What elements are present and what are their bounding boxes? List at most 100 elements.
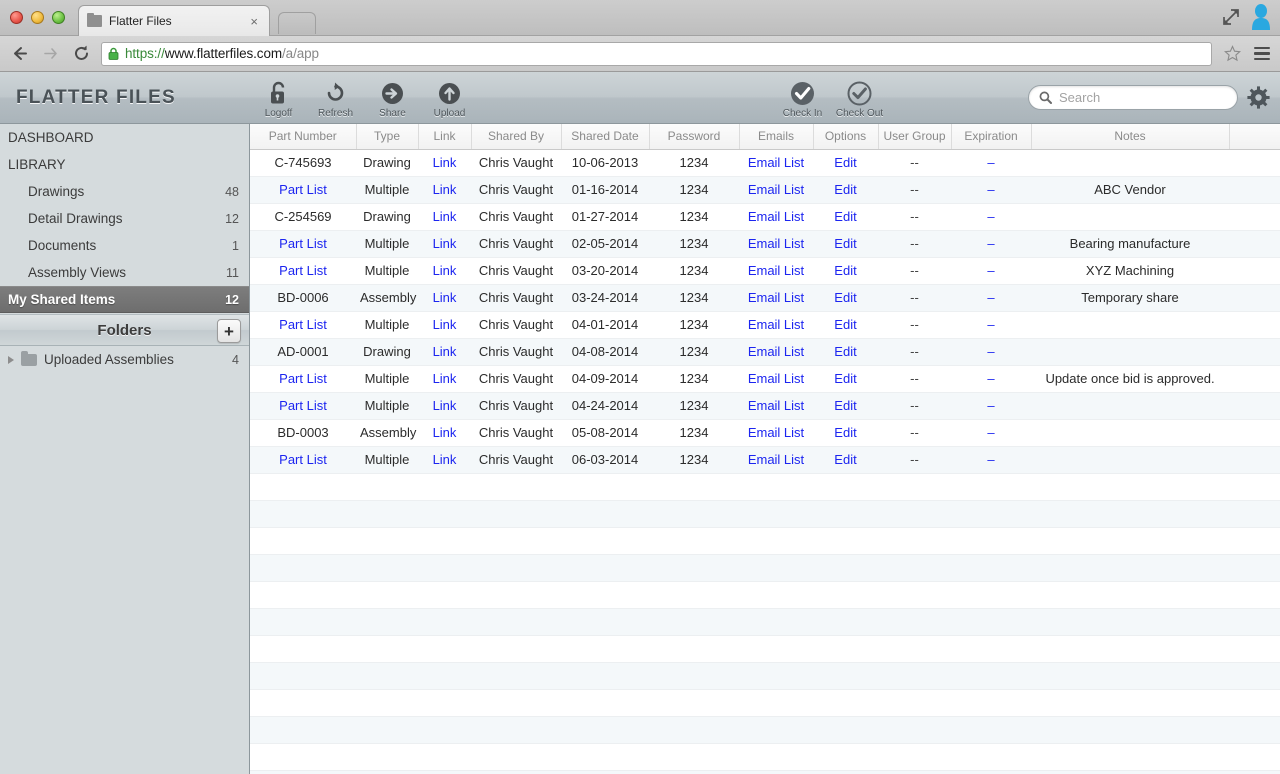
cell-expiration[interactable]: – xyxy=(951,419,1031,447)
cell-emails[interactable]: Email List xyxy=(739,176,813,204)
email-list-link[interactable]: Email List xyxy=(748,290,804,305)
part-list-link[interactable]: Part List xyxy=(279,236,327,251)
link-link[interactable]: Link xyxy=(433,155,457,170)
sidebar-item-drawings[interactable]: Drawings 48 xyxy=(0,178,249,205)
email-list-link[interactable]: Email List xyxy=(748,317,804,332)
link-link[interactable]: Link xyxy=(433,371,457,386)
cell-part-number[interactable]: Part List xyxy=(250,446,356,474)
maximize-window-button[interactable] xyxy=(52,11,65,24)
cell-emails[interactable]: Email List xyxy=(739,392,813,420)
cell-options[interactable]: Edit xyxy=(813,311,878,339)
cell-expiration[interactable]: – xyxy=(951,203,1031,231)
edit-link[interactable]: Edit xyxy=(834,425,856,440)
logoff-button[interactable]: Logoff xyxy=(250,72,307,124)
search-input[interactable] xyxy=(1059,90,1227,105)
upload-button[interactable]: Upload xyxy=(421,72,478,124)
link-link[interactable]: Link xyxy=(433,452,457,467)
edit-link[interactable]: Edit xyxy=(834,263,856,278)
sidebar-item-my-shared-items[interactable]: My Shared Items 12 xyxy=(0,286,249,313)
cell-expiration[interactable]: – xyxy=(951,392,1031,420)
sidebar-item-dashboard[interactable]: DASHBOARD xyxy=(0,124,249,151)
expand-triangle-icon[interactable] xyxy=(8,355,14,364)
email-list-link[interactable]: Email List xyxy=(748,344,804,359)
cell-emails[interactable]: Email List xyxy=(739,203,813,231)
part-list-link[interactable]: Part List xyxy=(279,452,327,467)
address-bar[interactable]: https://www.flatterfiles.com/a/app xyxy=(101,41,1212,66)
link-link[interactable]: Link xyxy=(433,182,457,197)
column-header-expiration[interactable]: Expiration xyxy=(951,124,1032,150)
cell-part-number[interactable]: Part List xyxy=(250,365,356,393)
expiration-link[interactable]: – xyxy=(987,371,994,386)
edit-link[interactable]: Edit xyxy=(834,290,856,305)
sidebar-item-documents[interactable]: Documents 1 xyxy=(0,232,249,259)
forward-button[interactable] xyxy=(39,43,61,65)
cell-expiration[interactable]: – xyxy=(951,176,1031,204)
edit-link[interactable]: Edit xyxy=(834,182,856,197)
cell-options[interactable]: Edit xyxy=(813,446,878,474)
table-row[interactable]: Part List Multiple Link Chris Vaught 01-16-2… xyxy=(250,176,1280,204)
cell-link[interactable]: Link xyxy=(418,446,471,474)
add-folder-button[interactable]: + xyxy=(217,319,241,343)
column-header-password[interactable]: Password xyxy=(649,124,740,150)
cell-expiration[interactable]: – xyxy=(951,311,1031,339)
expiration-link[interactable]: – xyxy=(987,398,994,413)
part-list-link[interactable]: Part List xyxy=(279,398,327,413)
link-link[interactable]: Link xyxy=(433,317,457,332)
column-header-notes[interactable]: Notes xyxy=(1031,124,1230,150)
cell-options[interactable]: Edit xyxy=(813,176,878,204)
email-list-link[interactable]: Email List xyxy=(748,263,804,278)
link-link[interactable]: Link xyxy=(433,290,457,305)
folder-item-uploaded-assemblies[interactable]: Uploaded Assemblies 4 xyxy=(0,346,249,373)
cell-link[interactable]: Link xyxy=(418,203,471,231)
column-header-user-group[interactable]: User Group xyxy=(878,124,952,150)
expiration-link[interactable]: – xyxy=(987,182,994,197)
cell-link[interactable]: Link xyxy=(418,365,471,393)
column-header-options[interactable]: Options xyxy=(813,124,879,150)
edit-link[interactable]: Edit xyxy=(834,398,856,413)
part-list-link[interactable]: Part List xyxy=(279,263,327,278)
cell-expiration[interactable]: – xyxy=(951,365,1031,393)
cell-options[interactable]: Edit xyxy=(813,230,878,258)
user-avatar-icon[interactable] xyxy=(1250,4,1272,30)
browser-menu-icon[interactable] xyxy=(1252,43,1272,65)
email-list-link[interactable]: Email List xyxy=(748,236,804,251)
part-list-link[interactable]: Part List xyxy=(279,371,327,386)
cell-link[interactable]: Link xyxy=(418,230,471,258)
cell-options[interactable]: Edit xyxy=(813,392,878,420)
cell-link[interactable]: Link xyxy=(418,311,471,339)
table-row[interactable]: BD-0003 Assembly Link Chris Vaught 05-08-201… xyxy=(250,419,1280,447)
link-link[interactable]: Link xyxy=(433,236,457,251)
settings-gear-icon[interactable] xyxy=(1246,86,1270,110)
cell-emails[interactable]: Email List xyxy=(739,230,813,258)
cell-link[interactable]: Link xyxy=(418,419,471,447)
link-link[interactable]: Link xyxy=(433,209,457,224)
cell-expiration[interactable]: – xyxy=(951,284,1031,312)
cell-options[interactable]: Edit xyxy=(813,365,878,393)
expiration-link[interactable]: – xyxy=(987,263,994,278)
column-header-shared-by[interactable]: Shared By xyxy=(471,124,562,150)
bookmark-star-icon[interactable] xyxy=(1221,43,1243,65)
table-row[interactable]: Part List Multiple Link Chris Vaught 03-20-2… xyxy=(250,257,1280,285)
table-row[interactable]: Part List Multiple Link Chris Vaught 06-03-2… xyxy=(250,446,1280,474)
column-header-emails[interactable]: Emails xyxy=(739,124,814,150)
reload-button[interactable] xyxy=(70,43,92,65)
cell-link[interactable]: Link xyxy=(418,392,471,420)
refresh-button[interactable]: Refresh xyxy=(307,72,364,124)
cell-emails[interactable]: Email List xyxy=(739,311,813,339)
edit-link[interactable]: Edit xyxy=(834,344,856,359)
cell-part-number[interactable]: Part List xyxy=(250,176,356,204)
expiration-link[interactable]: – xyxy=(987,344,994,359)
new-tab-button[interactable] xyxy=(278,12,316,34)
cell-options[interactable]: Edit xyxy=(813,284,878,312)
cell-expiration[interactable]: – xyxy=(951,149,1031,177)
table-row[interactable]: Part List Multiple Link Chris Vaught 04-01-2… xyxy=(250,311,1280,339)
column-header-shared-date[interactable]: Shared Date xyxy=(561,124,650,150)
expiration-link[interactable]: – xyxy=(987,452,994,467)
cell-emails[interactable]: Email List xyxy=(739,365,813,393)
sidebar-item-assembly-views[interactable]: Assembly Views 11 xyxy=(0,259,249,286)
email-list-link[interactable]: Email List xyxy=(748,155,804,170)
cell-options[interactable]: Edit xyxy=(813,257,878,285)
cell-emails[interactable]: Email List xyxy=(739,338,813,366)
expiration-link[interactable]: – xyxy=(987,425,994,440)
close-window-button[interactable] xyxy=(10,11,23,24)
